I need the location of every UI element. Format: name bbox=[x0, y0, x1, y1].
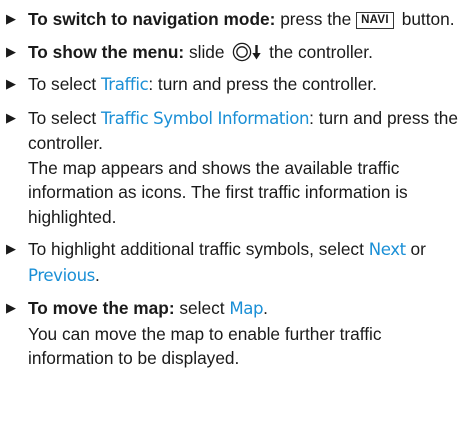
menu-item-traffic-symbol-information: Traffic Symbol Information bbox=[101, 108, 310, 128]
step-bullet-icon: ▶ bbox=[6, 76, 16, 91]
step-bullet-icon: ▶ bbox=[6, 109, 16, 125]
step-text-end: . bbox=[263, 298, 268, 318]
step-highlight-symbols: ▶ To highlight additional traffic symbol… bbox=[4, 237, 459, 288]
step-lead: To show the menu: bbox=[28, 41, 185, 62]
step-bullet-icon: ▶ bbox=[6, 241, 16, 256]
menu-item-traffic: Traffic bbox=[101, 75, 149, 94]
step-select-traffic-symbol-information: ▶ To select Traffic Symbol Information: … bbox=[4, 106, 459, 230]
menu-item-next: Next bbox=[368, 240, 406, 259]
step-result-text: The map appears and shows the available … bbox=[28, 157, 408, 227]
step-move-map: ▶ To move the map: select Map. You can m… bbox=[4, 296, 459, 371]
step-lead: To switch to navigation mode: bbox=[28, 9, 276, 29]
step-text-end: . bbox=[94, 264, 100, 285]
step-select-traffic: ▶ To select Traffic: turn and press the … bbox=[4, 72, 459, 98]
step-text-end: : turn and press the controller. bbox=[148, 74, 377, 94]
step-text: To highlight additional traffic symbols,… bbox=[28, 239, 369, 259]
step-text: press the bbox=[275, 9, 357, 29]
menu-item-map: Map bbox=[229, 299, 264, 318]
step-switch-navigation: ▶ To switch to navigation mode: press th… bbox=[4, 7, 459, 32]
step-bullet-icon: ▶ bbox=[6, 11, 16, 26]
controller-slide-down-icon bbox=[232, 42, 263, 62]
navi-key-label: NAVI bbox=[356, 12, 394, 29]
step-lead: To move the map: bbox=[28, 298, 175, 318]
step-bullet-icon: ▶ bbox=[6, 43, 16, 59]
step-text-end: the controller. bbox=[264, 41, 373, 62]
step-text: To select bbox=[28, 74, 101, 94]
step-result-text: You can move the map to enable further t… bbox=[28, 323, 382, 369]
step-text: slide bbox=[184, 41, 230, 62]
step-text: select bbox=[174, 298, 230, 318]
step-text: To select bbox=[28, 107, 101, 128]
step-text-end: button. bbox=[396, 9, 455, 29]
step-show-menu: ▶ To show the menu: slide the controller… bbox=[4, 40, 459, 65]
menu-item-previous: Previous bbox=[28, 265, 95, 285]
instruction-page: ▶ To switch to navigation mode: press th… bbox=[0, 0, 465, 425]
step-bullet-icon: ▶ bbox=[6, 300, 16, 315]
step-text-mid: or bbox=[405, 239, 426, 259]
